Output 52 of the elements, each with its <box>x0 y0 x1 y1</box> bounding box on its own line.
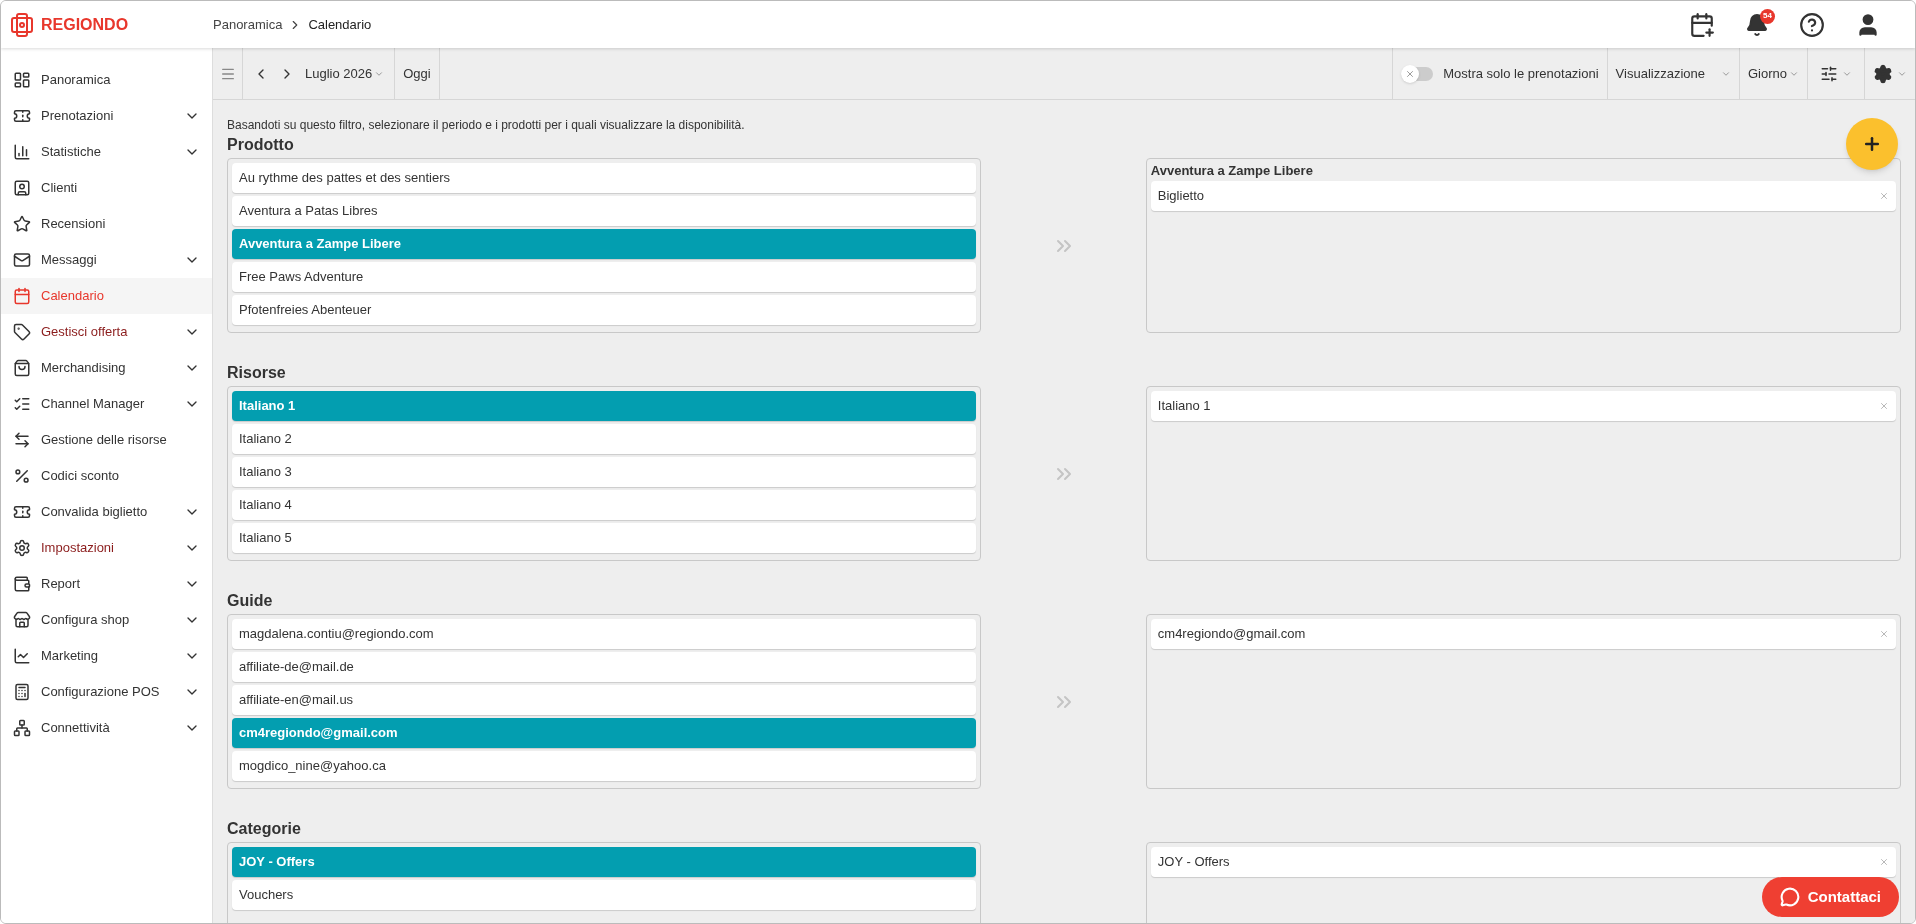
item-label: Biglietto <box>1157 187 1205 206</box>
sidebar-item[interactable]: Convalida biglietto <box>1 494 212 530</box>
sidebar-item[interactable]: Calendario <box>1 278 212 314</box>
breadcrumb-current: Calendario <box>308 15 372 34</box>
sidebar-item[interactable]: Statistiche <box>1 134 212 170</box>
period-dropdown[interactable]: Giorno <box>1738 48 1807 99</box>
section-title: Categorie <box>227 819 301 839</box>
sidebar-item[interactable]: Messaggi <box>1 242 212 278</box>
sidebar-item[interactable]: Gestisci offerta <box>1 314 212 350</box>
option-item[interactable]: Vouchers <box>232 880 977 910</box>
section-title: Risorse <box>227 363 286 383</box>
option-item[interactable]: Italiano 2 <box>232 424 977 454</box>
item-label: JOY - Offers <box>1157 853 1230 872</box>
toggle-label: Mostra solo le prenotazioni <box>1443 64 1599 83</box>
sidebar-item[interactable]: Gestione delle risorse <box>1 422 212 458</box>
option-item[interactable]: Italiano 3 <box>232 457 977 487</box>
section-title: Guide <box>227 591 273 611</box>
sidebar-item[interactable]: Connettività <box>1 710 212 746</box>
section-title: Prodotto <box>227 135 294 155</box>
today-button[interactable]: Oggi <box>395 48 440 99</box>
intro-text: Basandoti su questo filtro, selezionare il periodo e i prodotti per i quali visualizzare la disponibilità. <box>227 117 745 132</box>
option-item[interactable]: magdalena.contiu@regiondo.com <box>232 619 977 649</box>
month-dropdown[interactable]: Luglio 2026 <box>305 63 385 84</box>
option-item[interactable]: Au rythme des pattes et des sentiers <box>232 163 977 193</box>
option-item[interactable]: affiliate-de@mail.de <box>232 652 977 682</box>
sidebar-item[interactable]: Configura shop <box>1 602 212 638</box>
view-dropdown[interactable]: Visualizzazione <box>1606 48 1739 99</box>
notification-badge: 54 <box>1760 8 1775 24</box>
sidebar-item[interactable]: Marketing <box>1 638 212 674</box>
option-item[interactable]: Aventura a Patas Libres <box>232 196 977 226</box>
sidebar-item[interactable]: Report <box>1 566 212 602</box>
sidebar-item[interactable]: Merchandising <box>1 350 212 386</box>
option-item[interactable]: Free Paws Adventure <box>232 262 977 292</box>
option-item[interactable]: mogdico_nine@yahoo.ca <box>232 751 977 781</box>
sidebar-item[interactable]: Codici sconto <box>1 458 212 494</box>
sidebar-item[interactable]: Prenotazioni <box>1 98 212 134</box>
option-item[interactable]: affiliate-en@mail.us <box>232 685 977 715</box>
logo-text: REGIONDO <box>41 14 129 35</box>
item-label: Italiano 1 <box>1157 397 1211 416</box>
breadcrumb-link[interactable]: Panoramica <box>213 14 283 35</box>
sidebar-item[interactable]: Recensioni <box>1 206 212 242</box>
sidebar-item[interactable]: Impostazioni <box>1 530 212 566</box>
sidebar-item[interactable]: Channel Manager <box>1 386 212 422</box>
option-item[interactable]: Italiano 4 <box>232 490 977 520</box>
contact-button[interactable]: Contattaci <box>1761 877 1899 917</box>
option-item[interactable]: Italiano 5 <box>232 523 977 553</box>
sidebar-item[interactable]: Clienti <box>1 170 212 206</box>
sidebar-item[interactable]: Configurazione POS <box>1 674 212 710</box>
sidebar-item[interactable]: Panoramica <box>1 62 212 98</box>
group-heading: Avventura a Zampe Libere <box>1150 163 1313 178</box>
item-label: cm4regiondo@gmail.com <box>1157 625 1306 644</box>
option-item[interactable]: Pfotenfreies Abenteuer <box>232 295 977 325</box>
